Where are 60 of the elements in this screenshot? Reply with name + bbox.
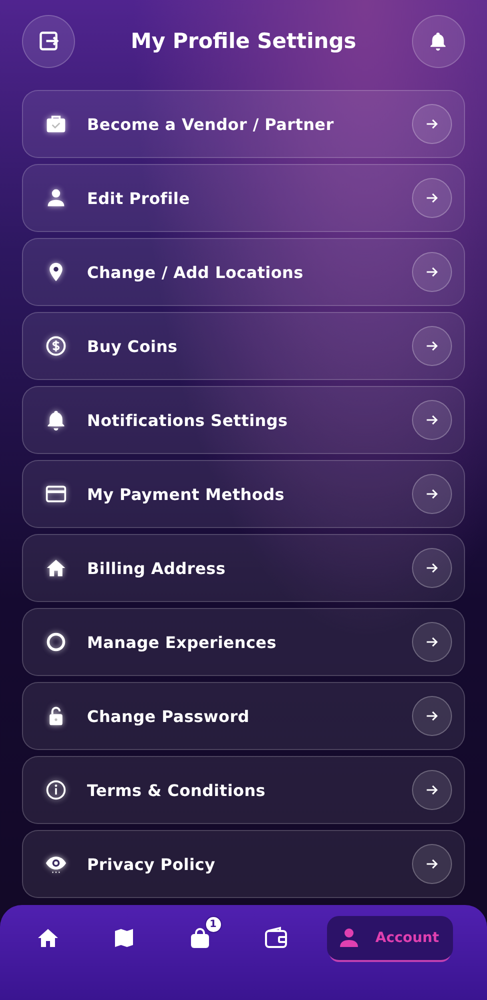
arrow-button[interactable] <box>412 400 452 440</box>
home-icon <box>36 926 60 950</box>
settings-item-label: Privacy Policy <box>87 854 216 874</box>
arrow-right-icon <box>425 487 439 501</box>
arrow-right-icon <box>425 191 439 205</box>
home-icon <box>45 557 67 579</box>
settings-item[interactable]: Terms & Conditions <box>22 756 465 824</box>
arrow-button[interactable] <box>412 548 452 588</box>
arrow-button[interactable] <box>412 622 452 662</box>
card-icon <box>45 483 67 505</box>
coin-icon <box>45 335 67 357</box>
settings-item[interactable]: Change Password <box>22 682 465 750</box>
briefcase-icon <box>45 113 67 135</box>
settings-item-label: Change / Add Locations <box>87 262 304 282</box>
page-title: My Profile Settings <box>130 29 356 53</box>
settings-item[interactable]: Notifications Settings <box>22 386 465 454</box>
arrow-button[interactable] <box>412 770 452 810</box>
arrow-button[interactable] <box>412 696 452 736</box>
nav-tab[interactable]: Account <box>327 916 454 960</box>
arrow-button[interactable] <box>412 474 452 514</box>
settings-item[interactable]: Become a Vendor / Partner <box>22 90 465 158</box>
settings-item-label: Notifications Settings <box>87 410 289 430</box>
arrow-right-icon <box>425 635 439 649</box>
arrow-button[interactable] <box>412 178 452 218</box>
settings-item-label: My Payment Methods <box>87 484 286 504</box>
settings-item-label: Become a Vendor / Partner <box>87 114 335 134</box>
nav-tab[interactable]: 1 <box>176 916 224 960</box>
settings-item-label: Buy Coins <box>87 336 179 356</box>
arrow-button[interactable] <box>412 844 452 884</box>
person-icon <box>45 187 67 209</box>
arrow-right-icon <box>425 413 439 427</box>
settings-item-label: Change Password <box>87 706 250 726</box>
arrow-right-icon <box>425 857 439 871</box>
arrow-right-icon <box>425 561 439 575</box>
arrow-right-icon <box>425 339 439 353</box>
arrow-right-icon <box>425 783 439 797</box>
settings-item[interactable]: Privacy Policy <box>22 830 465 898</box>
settings-item[interactable]: My Payment Methods <box>22 460 465 528</box>
settings-item-label: Edit Profile <box>87 188 191 208</box>
arrow-right-icon <box>425 709 439 723</box>
info-icon <box>45 779 67 801</box>
wallet-icon <box>264 926 288 950</box>
settings-item[interactable]: Manage Experiences <box>22 608 465 676</box>
settings-item[interactable]: Billing Address <box>22 534 465 602</box>
arrow-button[interactable] <box>412 252 452 292</box>
count-badge: 1 <box>204 916 222 933</box>
settings-item-label: Billing Address <box>87 558 227 578</box>
settings-item-label: Manage Experiences <box>87 632 278 652</box>
arrow-button[interactable] <box>412 104 452 144</box>
settings-item[interactable]: Buy Coins <box>22 312 465 380</box>
logout-icon <box>38 30 60 52</box>
arrow-right-icon <box>425 265 439 279</box>
settings-item[interactable]: Edit Profile <box>22 164 465 232</box>
arrow-right-icon <box>425 117 439 131</box>
arrow-button[interactable] <box>412 326 452 366</box>
bell-icon <box>45 409 67 431</box>
settings-item-label: Terms & Conditions <box>87 780 267 800</box>
bell-icon <box>428 30 448 52</box>
circle-icon <box>45 631 67 653</box>
settings-item[interactable]: Change / Add Locations <box>22 238 465 306</box>
